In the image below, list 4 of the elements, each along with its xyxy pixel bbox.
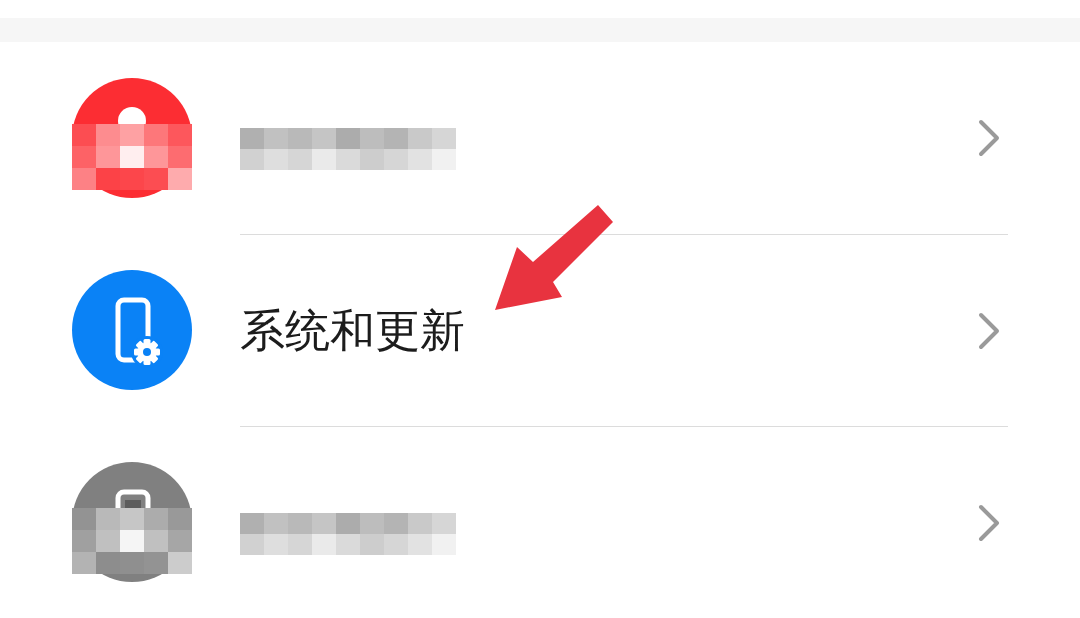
chevron-right-icon	[978, 503, 1000, 542]
settings-item-label[interactable]: 系统和更新	[240, 303, 465, 358]
chevron-right-icon	[978, 119, 1000, 157]
chevron-right-icon	[978, 311, 1000, 350]
